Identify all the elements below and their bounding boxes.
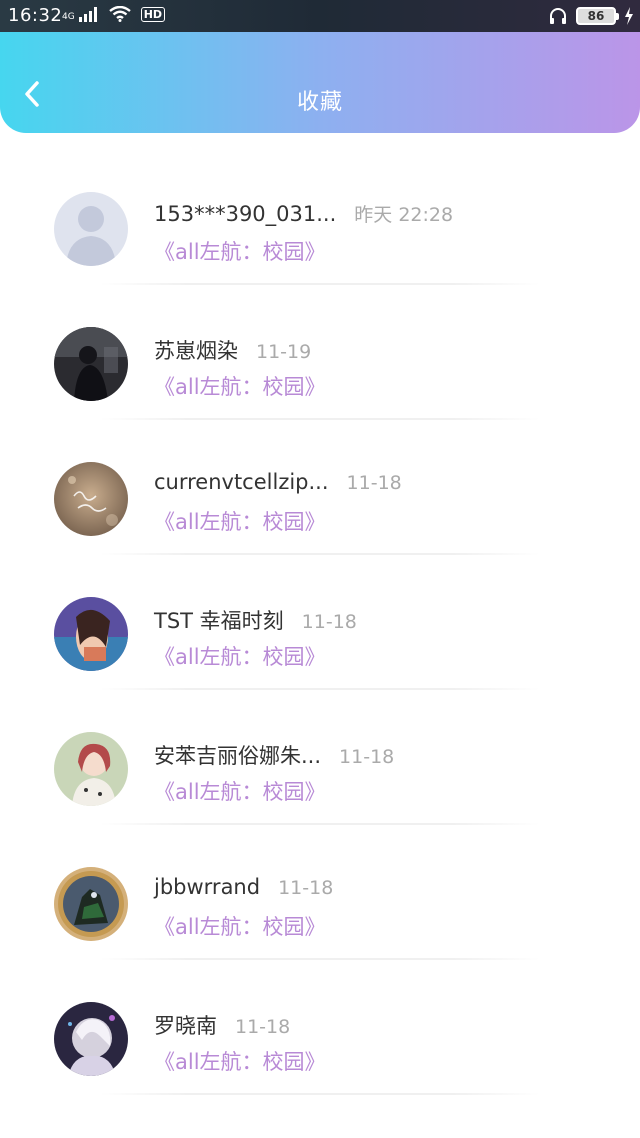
- hd-badge: HD: [140, 7, 166, 22]
- work-title[interactable]: 《all左航：校园》: [154, 776, 326, 806]
- timestamp: 11-18: [301, 611, 357, 633]
- timestamp: 11-19: [256, 341, 312, 363]
- timestamp: 11-18: [339, 746, 395, 768]
- work-title[interactable]: 《all左航：校园》: [154, 506, 326, 536]
- avatar-default-user[interactable]: [54, 192, 128, 266]
- user-name[interactable]: 153***390_031...: [154, 202, 336, 226]
- divider: [100, 1093, 540, 1095]
- avatar[interactable]: [54, 327, 128, 401]
- user-name[interactable]: TST 幸福时刻: [154, 605, 284, 635]
- user-name[interactable]: 罗晓南: [154, 1010, 217, 1040]
- battery-level: 86: [587, 9, 605, 23]
- list-item[interactable]: 153***390_031... 昨天 22:28 《all左航：校园》: [0, 150, 640, 285]
- avatar[interactable]: [54, 597, 128, 671]
- list-item[interactable]: currenvtcellzip... 11-18 《all左航：校园》: [0, 420, 640, 555]
- timestamp: 11-18: [346, 472, 402, 494]
- status-right: 86: [548, 6, 634, 26]
- status-time: 16:32: [8, 5, 63, 26]
- network-type: 4G: [62, 12, 75, 22]
- avatar[interactable]: [54, 462, 128, 536]
- status-bar: 16:32 4G HD 86: [0, 0, 640, 32]
- cell-signal-icon: [78, 6, 97, 22]
- work-title[interactable]: 《all左航：校园》: [154, 641, 326, 671]
- work-title[interactable]: 《all左航：校园》: [154, 1046, 326, 1076]
- work-title[interactable]: 《all左航：校园》: [154, 371, 326, 401]
- headphones-icon: [550, 8, 566, 24]
- user-name[interactable]: 安苯吉丽俗娜朱...: [154, 740, 321, 770]
- avatar[interactable]: [54, 867, 128, 941]
- timestamp: 11-18: [278, 877, 334, 899]
- work-title[interactable]: 《all左航：校园》: [154, 236, 326, 266]
- work-title[interactable]: 《all左航：校园》: [154, 911, 326, 941]
- user-name[interactable]: 苏崽烟染: [154, 335, 238, 365]
- avatar[interactable]: [54, 1002, 128, 1076]
- user-name[interactable]: jbbwrrand: [154, 875, 260, 899]
- avatar[interactable]: [54, 732, 128, 806]
- user-name[interactable]: currenvtcellzip...: [154, 470, 329, 494]
- list-item[interactable]: 安苯吉丽俗娜朱... 11-18 《all左航：校园》: [0, 690, 640, 825]
- page-title: 收藏: [296, 90, 343, 115]
- timestamp: 11-18: [235, 1016, 291, 1038]
- wifi-icon: [108, 6, 131, 22]
- list-item[interactable]: TST 幸福时刻 11-18 《all左航：校园》: [0, 555, 640, 690]
- list-item[interactable]: jbbwrrand 11-18 《all左航：校园》: [0, 825, 640, 960]
- battery-icon: 86: [576, 7, 619, 25]
- page-header: 收藏: [0, 32, 640, 133]
- charging-icon: [625, 7, 633, 25]
- timestamp: 昨天 22:28: [354, 204, 454, 226]
- favorites-list: 153***390_031... 昨天 22:28 《all左航：校园》 苏崽烟…: [0, 150, 640, 1095]
- list-item[interactable]: 苏崽烟染 11-19 《all左航：校园》: [0, 285, 640, 420]
- list-item[interactable]: 罗晓南 11-18 《all左航：校园》: [0, 960, 640, 1095]
- signal-group: 4G HD: [62, 6, 166, 22]
